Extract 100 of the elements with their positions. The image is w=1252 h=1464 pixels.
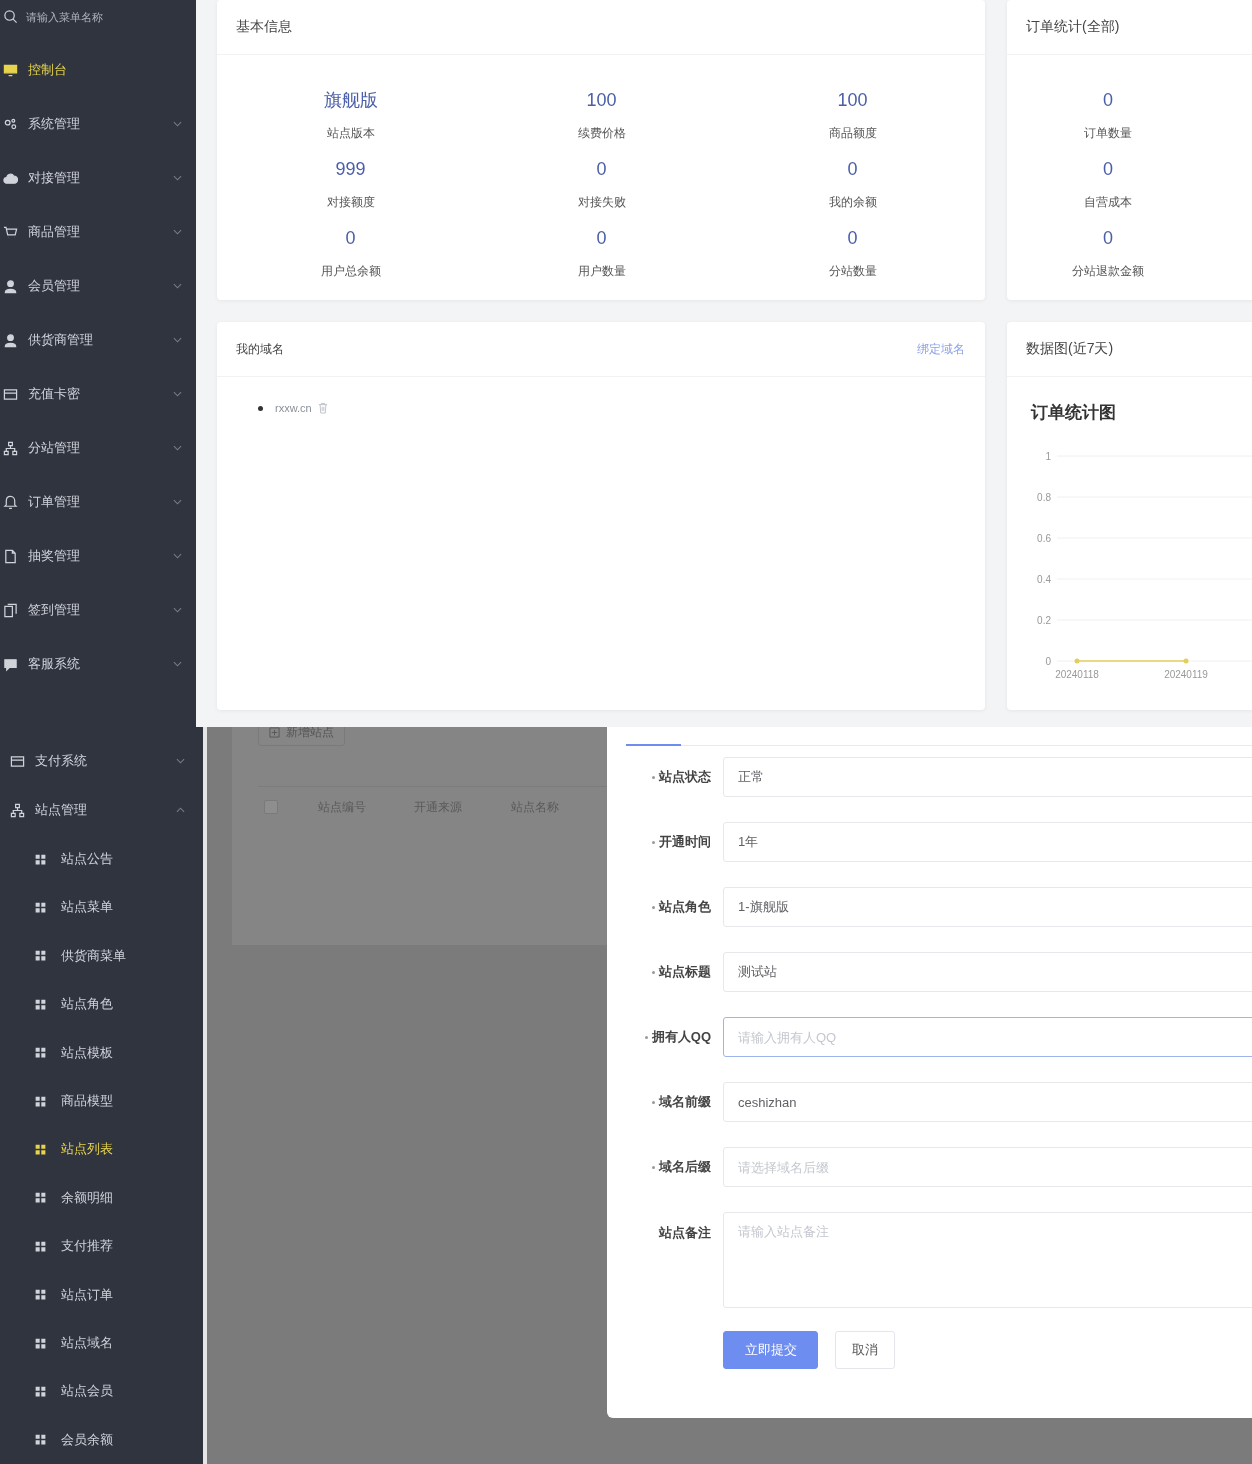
stat-label: 站点版本	[326, 125, 375, 141]
data-point	[1183, 658, 1189, 664]
field-label: 拥有人QQ	[651, 1028, 711, 1046]
domain-name: rxxw.cn	[275, 402, 312, 414]
grid-icon	[34, 1384, 47, 1398]
person-icon	[3, 278, 18, 294]
card-icon	[3, 386, 18, 402]
grid-icon	[34, 1142, 47, 1156]
card-title: 数据图(近7天)	[1026, 340, 1114, 358]
axis-tick-label: 0	[1045, 656, 1051, 667]
axis-tick-label: 1	[1045, 451, 1051, 462]
axis-tick-label: 0.2	[1037, 615, 1051, 626]
field-label: 站点备注	[659, 1224, 711, 1242]
field-label: 站点状态	[659, 768, 711, 786]
copy-icon	[3, 602, 18, 618]
menu-item[interactable]: 商品管理	[0, 205, 196, 259]
field-label: 域名后缀	[659, 1158, 711, 1176]
input-field[interactable]: 1-旗舰版	[723, 887, 1252, 927]
submenu-item[interactable]: 供货商菜单	[0, 931, 203, 981]
stat-value: 0	[1103, 158, 1113, 181]
grid-icon	[34, 1094, 47, 1108]
submenu-item[interactable]: 站点公告	[0, 834, 203, 884]
stat-label: 订单数量	[1084, 125, 1132, 141]
grid-icon	[34, 1433, 47, 1447]
bell-icon	[3, 494, 18, 510]
monitor-icon	[3, 62, 18, 78]
input-field[interactable]: 1年	[723, 822, 1252, 862]
stat-value: 0	[596, 158, 607, 181]
submenu-item[interactable]: 站点会员	[0, 1367, 203, 1416]
input-field[interactable]: 测试站	[723, 952, 1252, 992]
card-title: 我的域名	[236, 340, 284, 358]
menu-item[interactable]: 控制台	[0, 43, 196, 97]
axis-tick-label: 0.4	[1037, 574, 1051, 585]
menu-item[interactable]: 充值卡密	[0, 367, 196, 421]
stat-value: 0	[847, 227, 858, 250]
search-icon	[3, 9, 18, 24]
stat-value: 0	[847, 158, 858, 181]
submenu-item[interactable]: 站点菜单	[0, 883, 203, 932]
tab-underline	[626, 744, 681, 746]
grid-icon	[34, 1336, 47, 1350]
stat-label: 对接失败	[577, 194, 626, 210]
stat-value: 100	[837, 89, 868, 112]
submenu-item[interactable]: 余额明细	[0, 1173, 203, 1223]
card-icon	[10, 753, 25, 769]
stat-value: 999	[335, 158, 366, 181]
document-icon	[3, 548, 18, 564]
stat-label: 对接额度	[326, 194, 375, 210]
menu-item[interactable]: 会员管理	[0, 259, 196, 313]
field-label: 站点标题	[659, 963, 711, 981]
submenu-item[interactable]: 支付推荐	[0, 1222, 203, 1271]
submenu-item[interactable]: 站点订单	[0, 1270, 203, 1319]
grid-icon	[34, 901, 47, 914]
axis-tick-label: 0.6	[1037, 533, 1051, 544]
menu-search-field[interactable]: 请输入菜单名称	[26, 9, 176, 25]
stat-label: 分站退款金额	[1072, 263, 1144, 279]
submenu-item[interactable]: 站点域名	[0, 1318, 203, 1368]
stat-value: 0	[345, 227, 356, 250]
axis-tick-label: 20240118	[1055, 669, 1099, 680]
submenu-item[interactable]: 会员余额	[0, 1415, 203, 1464]
input-field[interactable]: 正常	[723, 757, 1252, 797]
stat-value: 0	[596, 227, 607, 250]
grid-icon	[34, 949, 47, 963]
card-title: 基本信息	[236, 18, 292, 36]
cancel-button[interactable]: 取消	[835, 1331, 895, 1369]
stat-value: 0	[1103, 227, 1113, 250]
field-label: 站点角色	[659, 898, 711, 916]
submenu-item[interactable]: 商品模型	[0, 1076, 203, 1126]
menu-item[interactable]: 系统管理	[0, 97, 196, 151]
axis-tick-label: 0.8	[1037, 492, 1051, 503]
person-icon	[3, 332, 18, 348]
menu-item[interactable]: 签到管理	[0, 583, 196, 637]
menu-item[interactable]: 抽奖管理	[0, 529, 196, 583]
grid-icon	[34, 1191, 47, 1205]
submenu-item[interactable]: 站点列表	[0, 1125, 203, 1174]
trash-icon[interactable]	[317, 402, 328, 414]
stat-label: 用户总余额	[320, 263, 381, 279]
hierarchy-icon	[3, 440, 18, 456]
menu-item[interactable]: 站点管理	[0, 785, 203, 835]
axis-tick-label: 20240119	[1164, 669, 1208, 680]
submenu-item[interactable]: 站点角色	[0, 980, 203, 1029]
bullet-icon	[258, 405, 263, 411]
menu-item[interactable]: 对接管理	[0, 151, 196, 205]
data-point	[1074, 658, 1080, 664]
menu-item[interactable]: 客服系统	[0, 637, 196, 691]
field-label: 开通时间	[659, 833, 711, 851]
menu-item[interactable]: 分站管理	[0, 421, 196, 475]
menu-item[interactable]: 供货商管理	[0, 313, 196, 367]
chart-title: 订单统计图	[1031, 402, 1116, 424]
chat-icon	[3, 656, 18, 672]
menu-item[interactable]: 订单管理	[0, 475, 196, 529]
submenu-item[interactable]: 站点模板	[0, 1028, 203, 1077]
input-field[interactable]: ceshizhan	[723, 1082, 1252, 1122]
card-title: 订单统计(全部)	[1026, 18, 1120, 36]
hierarchy-icon	[10, 802, 25, 818]
stat-value: 0	[1103, 89, 1113, 112]
field-label: 域名前缀	[659, 1093, 711, 1111]
stat-value: 旗舰版	[323, 89, 378, 112]
grid-icon	[34, 852, 47, 866]
menu-item[interactable]: 支付系统	[0, 737, 203, 786]
stat-value: 100	[586, 89, 617, 112]
